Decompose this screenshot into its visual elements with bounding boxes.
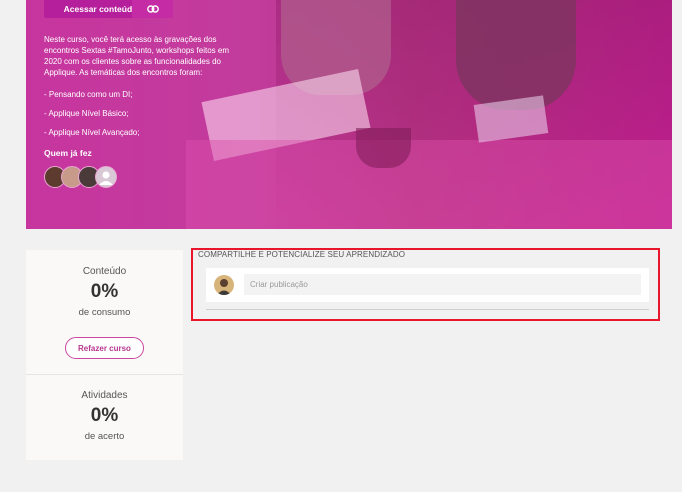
activities-percentage: 0% xyxy=(90,405,119,426)
divider xyxy=(26,374,183,375)
divider xyxy=(206,309,649,310)
hero-table xyxy=(186,140,672,229)
progress-sidebar: Conteúdo 0% de consumo Refazer curso Ati… xyxy=(26,250,183,460)
redo-course-button[interactable]: Refazer curso xyxy=(65,337,144,359)
content-progress: Conteúdo 0% de consumo xyxy=(26,266,183,318)
activities-progress: Atividades 0% de acerto xyxy=(26,390,183,442)
hero-person-silhouette xyxy=(456,0,576,110)
copy-link-button[interactable] xyxy=(132,0,173,18)
content-sub: de consumo xyxy=(78,307,131,318)
access-content-label: Acessar conteúdo xyxy=(63,4,138,14)
topic-item: - Pensando como um DI; xyxy=(44,90,133,99)
who-did-heading: Quem já fez xyxy=(44,148,92,158)
participants-avatars xyxy=(44,166,117,188)
activities-label: Atividades xyxy=(81,390,128,401)
topic-item: - Applique Nível Avançado; xyxy=(44,128,140,137)
avatar-placeholder-icon[interactable] xyxy=(95,166,117,188)
redo-course-label: Refazer curso xyxy=(78,343,131,353)
user-avatar xyxy=(214,275,234,295)
create-post-card xyxy=(206,268,649,302)
course-hero-banner: Acessar conteúdo Neste curso, você terá … xyxy=(26,0,672,229)
share-section-title: COMPARTILHE E POTENCIALIZE SEU APRENDIZA… xyxy=(198,250,406,259)
course-description: Neste curso, você terá acesso às gravaçõ… xyxy=(44,35,229,77)
topic-item: - Applique Nível Básico; xyxy=(44,109,129,118)
activities-sub: de acerto xyxy=(84,431,125,442)
content-percentage: 0% xyxy=(90,281,119,302)
hero-mug xyxy=(356,128,411,168)
create-post-input[interactable] xyxy=(244,274,641,295)
content-label: Conteúdo xyxy=(82,266,127,277)
link-icon xyxy=(146,0,159,18)
